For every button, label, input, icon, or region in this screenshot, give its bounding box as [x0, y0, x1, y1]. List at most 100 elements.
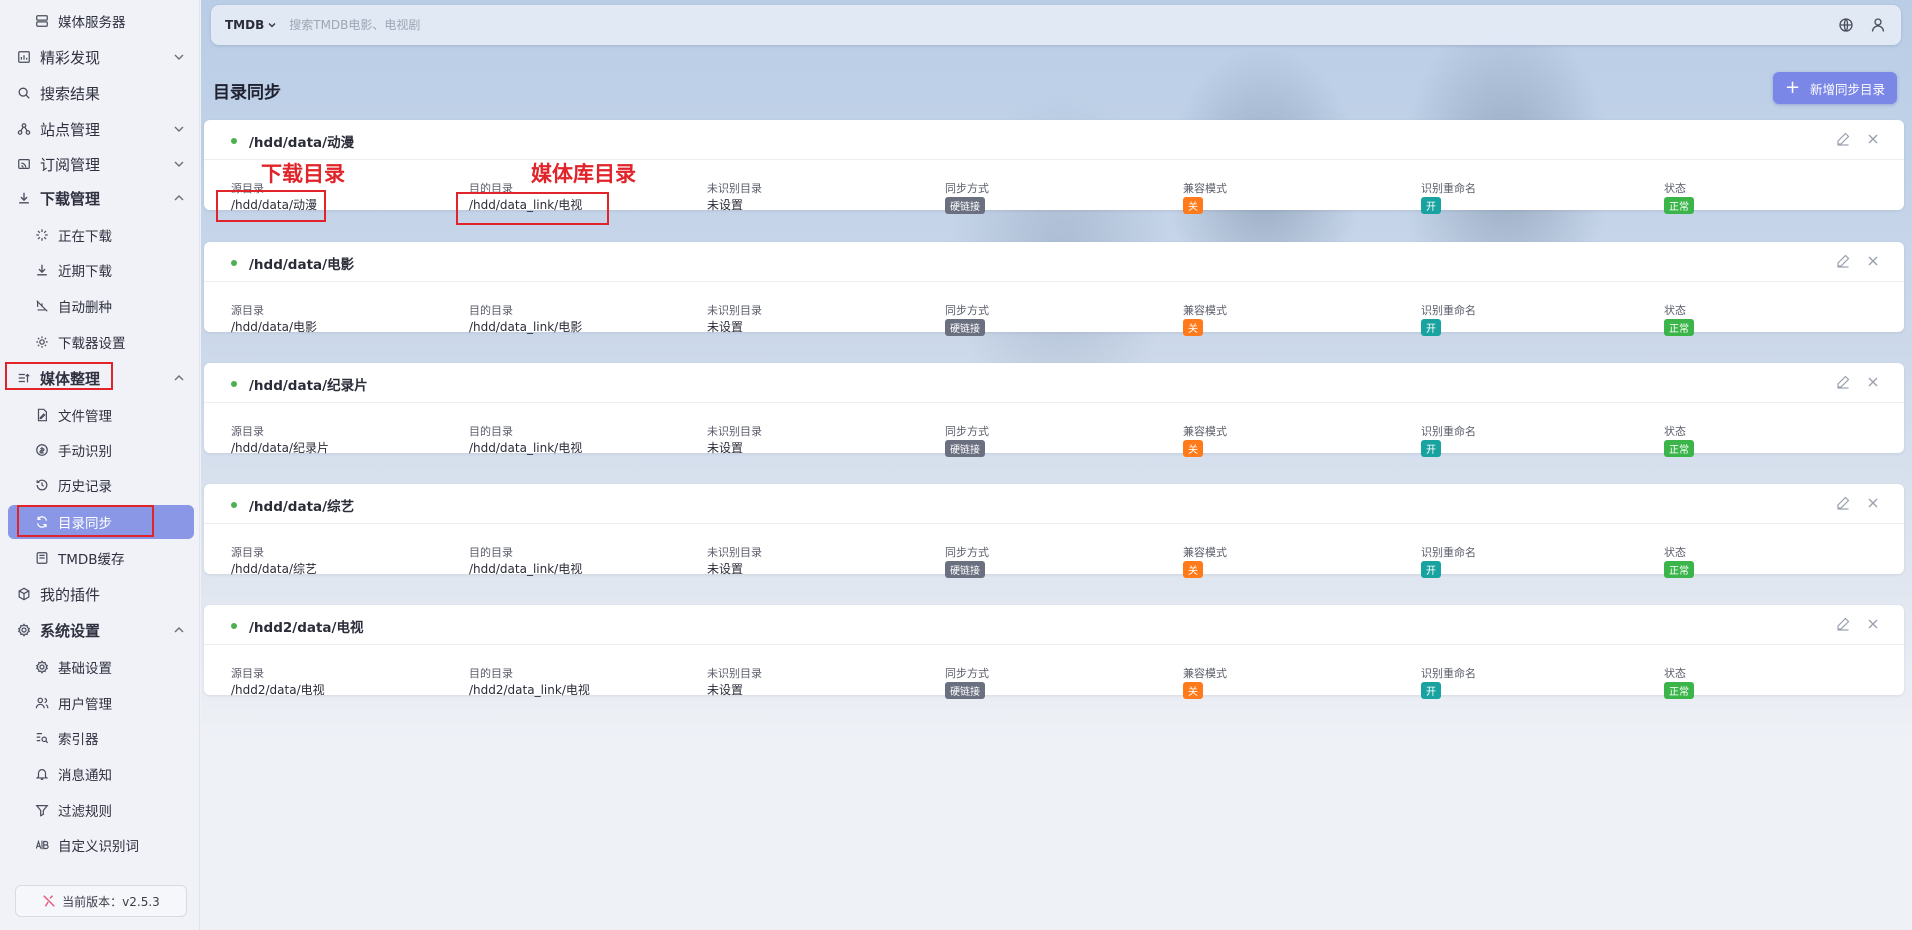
- sidebar-item-label: 媒体服务器: [58, 15, 126, 31]
- close-icon[interactable]: [1866, 617, 1880, 631]
- add-sync-directory-button[interactable]: + 新增同步目录: [1773, 72, 1897, 104]
- field-value: 未设置: [707, 441, 744, 455]
- downloader-settings-icon: [34, 334, 50, 350]
- language-icon[interactable]: [1838, 17, 1854, 33]
- status-dot: [231, 502, 237, 508]
- field-label: 兼容模式: [1183, 667, 1227, 680]
- card-header: /hdd/data/电影: [204, 242, 1904, 282]
- edit-icon[interactable]: [1836, 375, 1850, 389]
- field-label: 未识别目录: [707, 546, 762, 559]
- field-label: 源目录: [231, 304, 264, 317]
- sidebar-item-subscriptions[interactable]: 订阅管理: [8, 147, 194, 181]
- field-dest: 目的目录 /hdd2/data_link/电视: [469, 665, 590, 698]
- indexer-icon: [34, 730, 50, 746]
- compat-badge: 关: [1183, 319, 1203, 336]
- user-icon[interactable]: [1870, 17, 1886, 33]
- field-label: 识别重命名: [1421, 667, 1476, 680]
- version-badge[interactable]: 当前版本：v2.5.3: [15, 885, 187, 917]
- field-compat: 兼容模式 关: [1183, 544, 1227, 578]
- field-compat: 兼容模式 关: [1183, 302, 1227, 336]
- sidebar-item-media-server[interactable]: 媒体服务器: [8, 4, 194, 38]
- edit-icon[interactable]: [1836, 254, 1850, 268]
- close-icon[interactable]: [1866, 496, 1880, 510]
- sidebar-item-label: 我的插件: [40, 585, 101, 604]
- sidebar-item-label: 索引器: [58, 732, 99, 748]
- sidebar-item-sites[interactable]: 站点管理: [8, 112, 194, 146]
- sidebar-item-tmdb-cache[interactable]: TMDB缓存: [8, 541, 194, 575]
- sidebar-item-search-results[interactable]: 搜索结果: [8, 76, 194, 110]
- chevron-down-icon: [174, 161, 184, 167]
- chevron-down-icon: [268, 23, 276, 28]
- sidebar-item-notifications[interactable]: 消息通知: [8, 757, 194, 791]
- sidebar: 媒体服务器 精彩发现 搜索结果 站点管理 订阅管理 下载管理 正在下载 近期下载…: [0, 0, 200, 930]
- field-label: 同步方式: [945, 667, 989, 680]
- field-label: 兼容模式: [1183, 182, 1227, 195]
- edit-icon[interactable]: [1836, 496, 1850, 510]
- sidebar-item-downloader-settings[interactable]: 下载器设置: [8, 325, 194, 359]
- sidebar-item-manual-identify[interactable]: 手动识别: [8, 433, 194, 467]
- field-rename: 识别重命名 开: [1421, 302, 1476, 336]
- edit-icon[interactable]: [1836, 132, 1850, 146]
- close-icon[interactable]: [1866, 132, 1880, 146]
- sidebar-item-file-management[interactable]: 文件管理: [8, 398, 194, 432]
- sidebar-item-download-management[interactable]: 下载管理: [8, 181, 194, 215]
- card-title: /hdd2/data/电视: [249, 620, 364, 636]
- add-sync-directory-label: 新增同步目录: [1810, 81, 1886, 97]
- sidebar-item-filter-rules[interactable]: 过滤规则: [8, 793, 194, 827]
- compat-badge: 关: [1183, 197, 1203, 214]
- sidebar-item-user-management[interactable]: 用户管理: [8, 686, 194, 720]
- settings-icon: [16, 622, 32, 638]
- field-label: 未识别目录: [707, 667, 762, 680]
- field-sync-mode: 同步方式 硬链接: [945, 423, 989, 457]
- status-dot: [231, 260, 237, 266]
- server-icon: [34, 13, 50, 29]
- field-sync-mode: 同步方式 硬链接: [945, 180, 989, 214]
- field-status: 状态 正常: [1664, 423, 1694, 457]
- field-value: /hdd/data/综艺: [231, 562, 317, 576]
- sidebar-item-label: 自动删种: [58, 300, 112, 316]
- sidebar-item-directory-sync[interactable]: 目录同步: [8, 505, 194, 539]
- sidebar-item-indexer[interactable]: 索引器: [8, 721, 194, 755]
- sidebar-item-label: 消息通知: [58, 768, 112, 784]
- close-icon[interactable]: [1866, 375, 1880, 389]
- field-compat: 兼容模式 关: [1183, 665, 1227, 699]
- close-icon[interactable]: [1866, 254, 1880, 268]
- sidebar-item-media-organize[interactable]: 媒体整理: [8, 361, 194, 395]
- auto-delete-icon: [34, 298, 50, 314]
- sidebar-item-custom-words[interactable]: 自定义识别词: [8, 828, 194, 862]
- field-value: /hdd/data_link/电视: [469, 441, 583, 455]
- search-source-select[interactable]: TMDB: [225, 18, 277, 32]
- sidebar-item-history[interactable]: 历史记录: [8, 468, 194, 502]
- field-label: 源目录: [231, 667, 264, 680]
- field-dest: 目的目录 /hdd/data_link/电视: [469, 423, 582, 456]
- sync-mode-badge: 硬链接: [945, 682, 985, 699]
- sidebar-item-discover[interactable]: 精彩发现: [8, 40, 194, 74]
- sidebar-item-label: 订阅管理: [40, 155, 101, 174]
- field-label: 未识别目录: [707, 182, 762, 195]
- chart-icon: [16, 49, 32, 65]
- chevron-down-icon: [174, 126, 184, 132]
- search-icon: [16, 85, 32, 101]
- sidebar-item-system-settings[interactable]: 系统设置: [8, 613, 194, 647]
- sync-directory-card: /hdd/data/电影 源目录 /hdd/data/电影 目的目录 /hdd/…: [204, 242, 1904, 336]
- sidebar-item-plugins[interactable]: 我的插件: [8, 577, 194, 611]
- filter-icon: [34, 802, 50, 818]
- sidebar-item-label: 过滤规则: [58, 804, 112, 820]
- users-icon: [34, 695, 50, 711]
- sidebar-item-label: 自定义识别词: [58, 839, 139, 855]
- sidebar-item-basic-settings[interactable]: 基础设置: [8, 650, 194, 684]
- search-input[interactable]: [289, 18, 1590, 32]
- field-label: 同步方式: [945, 546, 989, 559]
- edit-icon[interactable]: [1836, 617, 1850, 631]
- status-badge: 正常: [1664, 197, 1694, 214]
- status-badge: 正常: [1664, 682, 1694, 699]
- status-dot: [231, 623, 237, 629]
- annotation-download-dir: 下载目录: [261, 161, 345, 186]
- field-label: 同步方式: [945, 425, 989, 438]
- download-icon: [34, 262, 50, 278]
- sidebar-item-downloading[interactable]: 正在下载: [8, 218, 194, 252]
- sidebar-item-auto-delete[interactable]: 自动删种: [8, 289, 194, 323]
- sidebar-item-recent-downloads[interactable]: 近期下载: [8, 253, 194, 287]
- sync-directory-card: /hdd/data/综艺 源目录 /hdd/data/综艺 目的目录 /hdd/…: [204, 484, 1904, 578]
- field-value: /hdd2/data/电视: [231, 683, 325, 697]
